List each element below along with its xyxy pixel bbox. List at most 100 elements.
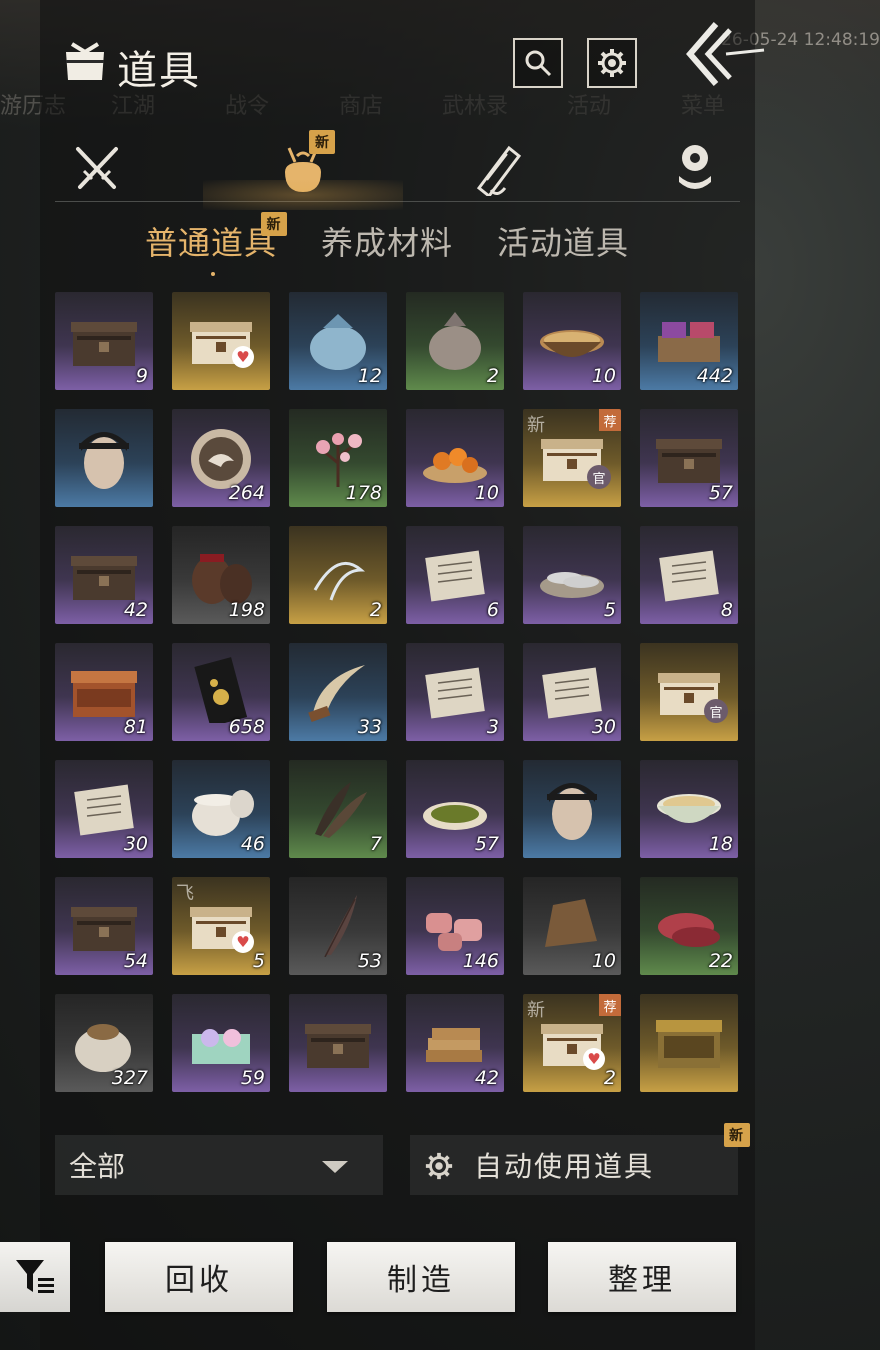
tab-scrolls[interactable] <box>467 140 527 196</box>
corner-mark: 飞 <box>176 883 194 904</box>
item-slot[interactable]: 10 <box>523 877 621 975</box>
sort-button[interactable]: 整理 <box>548 1242 736 1312</box>
settings-button[interactable] <box>587 38 637 88</box>
item-slot[interactable]: 59 <box>172 994 270 1092</box>
item-count: 658 <box>228 716 265 738</box>
item-slot[interactable]: 327 <box>55 994 153 1092</box>
item-slot[interactable] <box>640 994 738 1092</box>
crossed-swords-icon <box>76 147 118 189</box>
filter-icon <box>16 1260 54 1293</box>
chest-dark-icon <box>67 306 141 372</box>
item-slot[interactable]: 30 <box>523 643 621 741</box>
paper-icon <box>535 657 609 723</box>
item-slot[interactable] <box>523 760 621 858</box>
item-slot[interactable]: 146 <box>406 877 504 975</box>
item-slot[interactable]: 8 <box>640 526 738 624</box>
tab-tokens[interactable] <box>665 140 725 196</box>
chest-dark-icon <box>652 423 726 489</box>
recycle-button[interactable]: 回收 <box>105 1242 293 1312</box>
item-count: 10 <box>474 482 499 504</box>
tab-weapons[interactable] <box>67 140 127 196</box>
item-slot[interactable]: 3 <box>406 643 504 741</box>
item-count: 9 <box>135 365 148 387</box>
subtab-materials[interactable]: 养成材料 <box>321 218 453 264</box>
meat-icon <box>418 891 492 957</box>
item-slot[interactable]: 658 <box>172 643 270 741</box>
gear-icon <box>598 49 626 77</box>
item-count: 42 <box>474 1067 499 1089</box>
soup-bowl-icon <box>535 306 609 372</box>
heart-icon: ♥ <box>583 1048 605 1070</box>
item-slot[interactable]: 飞 ♥ 5 <box>172 877 270 975</box>
horn-icon <box>301 657 375 723</box>
item-slot[interactable]: 新 荐 ♥ 2 <box>523 994 621 1092</box>
filter-button[interactable] <box>0 1242 70 1312</box>
item-slot[interactable]: 42 <box>406 994 504 1092</box>
filter-dropdown[interactable]: 全部 <box>55 1135 383 1195</box>
dye-box-icon <box>652 306 726 372</box>
paper-icon <box>652 540 726 606</box>
corner-mark: 新 <box>527 415 545 436</box>
item-slot[interactable]: 18 <box>640 760 738 858</box>
tab-items[interactable]: 新 <box>203 130 403 210</box>
item-count: 198 <box>228 599 265 621</box>
silk-pouch-icon <box>301 306 375 372</box>
item-slot[interactable]: 442 <box>640 292 738 390</box>
new-badge: 新 <box>261 212 288 236</box>
item-slot[interactable]: 57 <box>406 760 504 858</box>
item-count: 5 <box>603 599 616 621</box>
item-slot[interactable]: 178 <box>289 409 387 507</box>
new-badge: 新 <box>309 130 335 154</box>
item-slot[interactable]: 42 <box>55 526 153 624</box>
item-slot[interactable]: 12 <box>289 292 387 390</box>
item-slot[interactable]: 30 <box>55 760 153 858</box>
item-slot[interactable]: 57 <box>640 409 738 507</box>
item-slot[interactable]: 2 <box>406 292 504 390</box>
item-slot[interactable]: 官 <box>640 643 738 741</box>
item-slot[interactable]: 2 <box>289 526 387 624</box>
craft-button[interactable]: 制造 <box>327 1242 515 1312</box>
auto-use-button[interactable]: 自动使用道具 新 <box>410 1123 750 1195</box>
item-count: 8 <box>720 599 733 621</box>
official-seal: 官 <box>587 465 611 489</box>
item-slot[interactable]: 6 <box>406 526 504 624</box>
steak-icon <box>652 891 726 957</box>
paper-icon <box>418 540 492 606</box>
back-button[interactable] <box>680 20 766 88</box>
item-count: 146 <box>462 950 499 972</box>
item-slot[interactable] <box>289 994 387 1092</box>
recommend-badge: 荐 <box>599 409 621 431</box>
item-slot[interactable]: 264 <box>172 409 270 507</box>
item-slot[interactable]: 5 <box>523 526 621 624</box>
item-slot[interactable]: 10 <box>406 409 504 507</box>
item-slot[interactable] <box>55 409 153 507</box>
subtab-label: 养成材料 <box>321 224 454 262</box>
item-slot[interactable]: ♥ <box>172 292 270 390</box>
item-slot[interactable]: 46 <box>172 760 270 858</box>
item-count: 18 <box>708 833 733 855</box>
subtab-normal-items[interactable]: 普通道具 新 <box>145 212 288 276</box>
item-slot[interactable]: 53 <box>289 877 387 975</box>
item-slot[interactable]: 10 <box>523 292 621 390</box>
item-count: 57 <box>474 833 499 855</box>
item-slot[interactable]: 33 <box>289 643 387 741</box>
item-slot[interactable]: 新 荐官 <box>523 409 621 507</box>
subtab-event-items[interactable]: 活动道具 <box>497 218 629 264</box>
item-slot[interactable]: 22 <box>640 877 738 975</box>
item-slot[interactable]: 54 <box>55 877 153 975</box>
search-icon <box>525 50 552 77</box>
paper-icon <box>418 657 492 723</box>
item-slot[interactable]: 81 <box>55 643 153 741</box>
item-slot[interactable]: 7 <box>289 760 387 858</box>
search-button[interactable] <box>513 38 563 88</box>
item-count: 54 <box>123 950 148 972</box>
fish-plate-icon <box>535 540 609 606</box>
item-slot[interactable]: 198 <box>172 526 270 624</box>
pelt-icon <box>535 891 609 957</box>
item-slot[interactable]: 9 <box>55 292 153 390</box>
item-count: 6 <box>486 599 499 621</box>
item-count: 30 <box>123 833 148 855</box>
chest-dark-icon <box>67 891 141 957</box>
item-count: 81 <box>123 716 148 738</box>
corner-mark: 新 <box>527 1000 545 1021</box>
